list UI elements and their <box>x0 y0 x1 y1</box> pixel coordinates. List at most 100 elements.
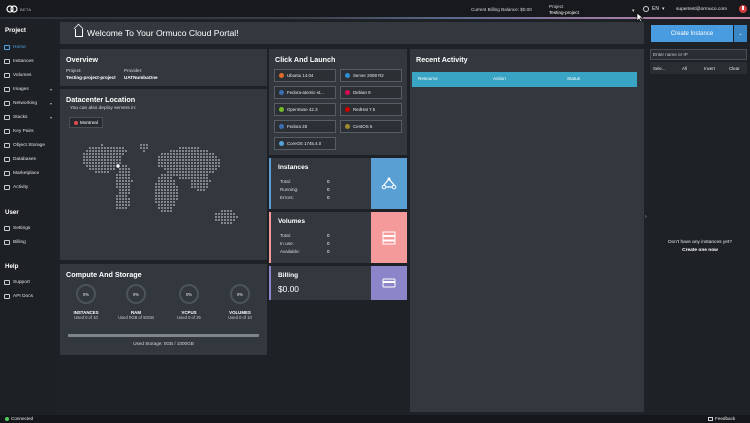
user-menu[interactable]: supertest@ormuco.com <box>676 7 727 12</box>
datacenter-subtitle: You can also deploy servers in: <box>70 106 137 111</box>
compute-storage-title: Compute And Storage <box>66 270 142 279</box>
recent-activity-title: Recent Activity <box>416 55 468 64</box>
chevron-down-icon[interactable]: ▾ <box>632 8 635 14</box>
select-dropdown[interactable]: Sele... <box>653 66 665 71</box>
launch-windows-server-button[interactable]: Server 2008 R2 <box>340 69 402 82</box>
gauge-volumes: 0% VOLUMES Used 0 of 10 <box>220 284 260 320</box>
overview-provider-key: Provider: <box>124 68 143 73</box>
key-icon <box>4 128 10 134</box>
status-footer: Connected Feedback <box>0 415 750 423</box>
select-all-button[interactable]: All <box>682 66 687 71</box>
home-icon <box>75 29 83 37</box>
launch-coreos-button[interactable]: CoreOS 1745.4.0 <box>274 137 336 150</box>
billing-tile <box>371 266 407 300</box>
project-selector[interactable]: Project Testing-project <box>549 4 579 16</box>
montreal-map-pin-icon[interactable] <box>115 163 121 169</box>
ormuco-logo[interactable]: BETA <box>6 5 31 13</box>
support-icon <box>4 279 10 285</box>
storage-usage-label: Used Storage: 0GB / 1000GB <box>133 341 194 346</box>
sidebar-item-networking[interactable]: Networking ▾ <box>4 98 58 108</box>
datacenter-title: Datacenter Location <box>66 95 136 104</box>
launch-centos-button[interactable]: CentOS 6 <box>340 120 402 133</box>
gauge-usage: Used 0 of 10 <box>228 315 252 320</box>
overview-project-key: Project: <box>66 68 82 73</box>
sidebar-item-home[interactable]: Home <box>4 42 58 52</box>
chevron-right-icon[interactable]: › <box>645 214 647 220</box>
volumes-card[interactable]: Volumes Total: 0 In use: 0 Available: 0 <box>269 212 407 263</box>
top-bar: BETA Current Billing Balance: $0.00 Proj… <box>0 0 750 23</box>
gauge-ring: 0% <box>230 284 250 304</box>
overview-provider-value: UATNumbaOne <box>124 75 158 80</box>
overview-project-value: Testing-project-project <box>66 75 116 80</box>
canada-flag-icon <box>74 120 78 125</box>
chevron-down-icon: ▾ <box>661 6 665 12</box>
gear-icon <box>4 225 10 231</box>
gauge-ring: 0% <box>76 284 96 304</box>
select-invert-button[interactable]: Invert <box>704 66 715 71</box>
sidebar-item-volumes[interactable]: Volumes <box>4 70 58 80</box>
centos-logo-icon <box>345 124 350 129</box>
create-one-now-link[interactable]: Create one now <box>650 247 750 255</box>
chevron-down-icon: ▾ <box>49 100 52 106</box>
launch-redhat-button[interactable]: RedHat 7.5 <box>340 103 402 116</box>
column-action[interactable]: Action <box>493 76 506 81</box>
launch-opensuse-button[interactable]: OpenSuse 42.3 <box>274 103 336 116</box>
volumes-inuse-label: In use: <box>280 241 294 246</box>
volumes-accent <box>269 212 271 263</box>
select-clear-button[interactable]: Clear <box>729 66 740 71</box>
launch-debian-button[interactable]: Debian 9 <box>340 86 402 99</box>
sidebar-item-activity[interactable]: Activity <box>4 182 58 192</box>
sidebar-item-support[interactable]: Support <box>4 277 58 287</box>
sidebar-item-billing[interactable]: Billing <box>4 237 58 247</box>
instances-card[interactable]: Instances Total: 0 Running: 0 Errors: 0 <box>269 158 407 209</box>
activity-table-header: Resource Action Status <box>412 72 637 87</box>
feedback-icon <box>708 416 713 421</box>
location-chip-montreal[interactable]: Montreal <box>69 117 103 128</box>
gauge-usage: Used 0 of 10 <box>74 315 98 320</box>
launch-fedora-button[interactable]: Fedora 28 <box>274 120 336 133</box>
sidebar-item-key-pairs[interactable]: Key Pairs <box>4 126 58 136</box>
gauge-ram: 0% RAM Used 0GB of 50GB <box>116 284 156 320</box>
redhat-logo-icon <box>345 107 350 112</box>
launch-fedora-atomic-button[interactable]: Fedora-atomic-st... <box>274 86 336 99</box>
instances-running-label: Running: <box>280 187 299 192</box>
column-status[interactable]: Status <box>567 76 580 81</box>
home-icon <box>4 44 10 50</box>
billing-card[interactable]: Billing $0.00 <box>269 266 407 300</box>
sidebar-item-instances[interactable]: Instances <box>4 56 58 66</box>
volumes-inuse-value: 0 <box>327 241 330 246</box>
sidebar-heading-project: Project <box>5 27 26 34</box>
ubuntu-logo-icon <box>279 73 284 78</box>
volumes-title: Volumes <box>278 218 305 225</box>
world-map <box>83 144 238 224</box>
sidebar-item-object-storage[interactable]: Object Storage <box>4 140 58 150</box>
fedora-logo-icon <box>279 124 284 129</box>
windows-logo-icon <box>345 73 350 78</box>
volumes-total-value: 0 <box>327 233 330 238</box>
gauge-instances: 0% INSTANCES Used 0 of 10 <box>66 284 106 320</box>
sidebar-item-api-docs[interactable]: API Docs <box>4 291 58 301</box>
instances-errors-label: Errors: <box>280 195 294 200</box>
chevron-down-icon: ▾ <box>49 114 52 120</box>
datacenter-panel: Datacenter Location You can also deploy … <box>60 89 267 260</box>
sidebar-item-marketplace[interactable]: Marketplace <box>4 168 58 178</box>
instances-errors-value: 0 <box>327 195 330 200</box>
document-icon <box>4 293 10 299</box>
sidebar-item-settings[interactable]: Settings <box>4 223 58 233</box>
sidebar-item-images[interactable]: Images ▾ <box>4 84 58 94</box>
sidebar-item-databases[interactable]: Databases <box>4 154 58 164</box>
launch-ubuntu-button[interactable]: Ubuntu 14.04 <box>274 69 336 82</box>
logout-power-icon[interactable] <box>739 5 747 13</box>
volumes-available-label: Available: <box>280 249 300 254</box>
create-instance-dropdown-button[interactable]: ⌄ <box>734 25 747 42</box>
empty-instances-text: Don't have any instances yet? <box>668 240 732 245</box>
feedback-button[interactable]: Feedback <box>708 416 735 421</box>
create-instance-button[interactable]: Create Instance <box>651 25 733 42</box>
click-launch-panel: Click And Launch Ubuntu 14.04 Server 200… <box>269 49 407 155</box>
volumes-tile <box>371 212 407 263</box>
image-icon <box>4 86 10 92</box>
sidebar-item-stacks[interactable]: Stacks ▾ <box>4 112 58 122</box>
language-selector[interactable]: EN ▾ <box>643 6 664 12</box>
column-resource[interactable]: Resource <box>418 76 438 81</box>
instance-search-input[interactable] <box>650 49 747 60</box>
